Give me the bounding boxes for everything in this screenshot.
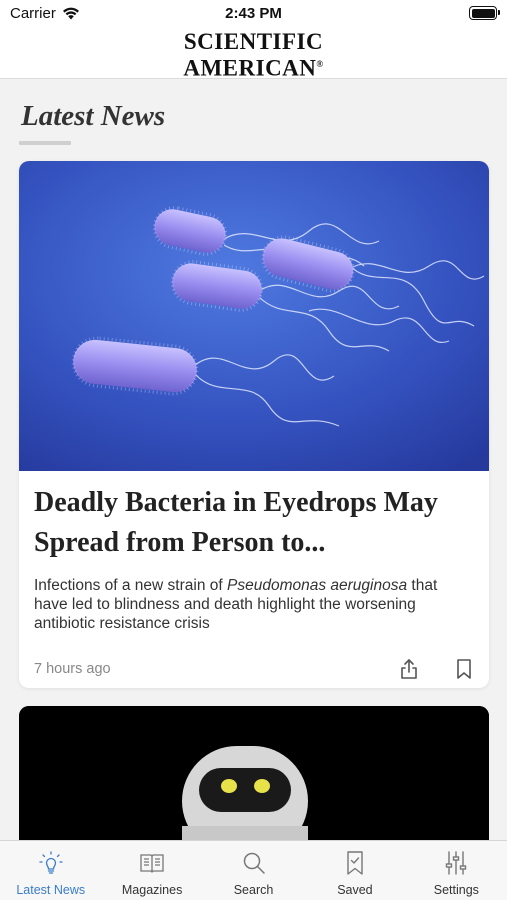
brand-logo: SCIENTIFIC AMERICAN®: [0, 28, 507, 80]
search-icon: [243, 852, 265, 874]
tab-settings[interactable]: Settings: [406, 841, 507, 900]
magazine-icon: [140, 854, 164, 873]
sliders-icon: [446, 851, 467, 875]
section-title: Latest News: [21, 100, 166, 132]
tab-saved[interactable]: Saved: [304, 841, 405, 900]
tab-label: Search: [233, 883, 274, 897]
registered-mark: ®: [316, 59, 324, 69]
article-image[interactable]: [19, 161, 489, 471]
bookmark-icon: [347, 851, 363, 875]
tab-search[interactable]: Search: [203, 841, 304, 900]
brand-line-2-text: AMERICAN: [183, 55, 317, 81]
article-card[interactable]: Deadly Bacteria in Eyedrops May Spread f…: [19, 161, 489, 688]
summary-species-name: Pseudomonas aeruginosa: [227, 577, 408, 594]
tab-latest-news[interactable]: Latest News: [0, 841, 101, 900]
tab-bar: Latest News Magazines Search Saved Setti…: [0, 840, 507, 900]
lightbulb-icon: [39, 851, 63, 874]
article-summary: Infections of a new strain of Pseudomona…: [34, 576, 474, 633]
tab-label: Saved: [337, 883, 373, 897]
status-time: 2:43 PM: [225, 5, 282, 22]
article-timestamp: 7 hours ago: [34, 661, 111, 677]
share-icon[interactable]: [397, 657, 421, 681]
brand-header: SCIENTIFIC AMERICAN®: [0, 28, 507, 80]
section-underline: [19, 141, 71, 145]
summary-text-start: Infections of a new strain of: [34, 577, 227, 594]
status-bar: Carrier 2:43 PM: [0, 0, 507, 28]
brand-line-2: AMERICAN®: [0, 53, 507, 80]
tab-label: Latest News: [16, 883, 86, 897]
tab-label: Settings: [433, 883, 479, 897]
brand-line-1: SCIENTIFIC: [183, 29, 324, 54]
tab-label: Magazines: [121, 883, 183, 897]
battery-icon: [469, 6, 500, 20]
tab-magazines[interactable]: Magazines: [101, 841, 202, 900]
bookmark-icon[interactable]: [452, 657, 476, 681]
article-title[interactable]: Deadly Bacteria in Eyedrops May Spread f…: [34, 483, 474, 563]
